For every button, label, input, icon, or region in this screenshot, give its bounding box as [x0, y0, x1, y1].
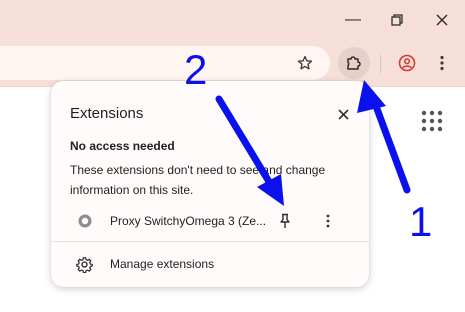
- more-icon: [326, 214, 330, 228]
- profile-button[interactable]: [391, 47, 423, 79]
- puzzle-icon: [347, 56, 361, 70]
- popup-divider: [51, 241, 369, 242]
- switchyomega-icon: [78, 214, 92, 228]
- minimize-button[interactable]: —: [339, 7, 367, 33]
- browser-window: — Extensions No access needed These exte…: [0, 0, 465, 312]
- annotation-label-2: 2: [184, 46, 208, 93]
- close-icon: [337, 108, 349, 120]
- close-window-button[interactable]: [428, 7, 456, 33]
- minimize-icon: —: [345, 11, 361, 28]
- manage-extensions-item[interactable]: Manage extensions: [51, 249, 369, 279]
- section-heading: No access needed: [70, 139, 175, 153]
- toolbar-separator: [380, 55, 381, 73]
- extensions-popup: Extensions No access needed These extens…: [51, 81, 369, 287]
- close-icon: [436, 14, 448, 26]
- browser-menu-button[interactable]: [426, 47, 458, 79]
- popup-close-button[interactable]: [331, 102, 355, 126]
- popup-title: Extensions: [70, 105, 144, 122]
- pin-button[interactable]: [275, 210, 295, 232]
- bookmark-button[interactable]: [289, 47, 321, 79]
- manage-extensions-label: Manage extensions: [110, 257, 215, 271]
- restore-button[interactable]: [383, 7, 411, 33]
- pin-icon: [280, 213, 290, 228]
- gear-icon: [76, 257, 93, 273]
- extension-row[interactable]: Proxy SwitchyOmega 3 (Ze...: [51, 205, 369, 239]
- extension-more-button[interactable]: [318, 210, 338, 232]
- extension-name: Proxy SwitchyOmega 3 (Ze...: [110, 214, 267, 228]
- apps-grid-icon[interactable]: [420, 109, 444, 133]
- star-icon: [297, 55, 313, 70]
- section-description: These extensions don't need to see and c…: [70, 163, 326, 197]
- annotation-label-1: 1: [409, 198, 433, 245]
- kebab-menu-icon: [440, 55, 444, 71]
- restore-icon: [391, 14, 403, 26]
- browser-toolbar: [0, 40, 465, 87]
- profile-icon: [398, 54, 416, 72]
- title-bar: —: [0, 0, 465, 40]
- extensions-button[interactable]: [338, 47, 370, 79]
- address-bar[interactable]: [0, 46, 330, 80]
